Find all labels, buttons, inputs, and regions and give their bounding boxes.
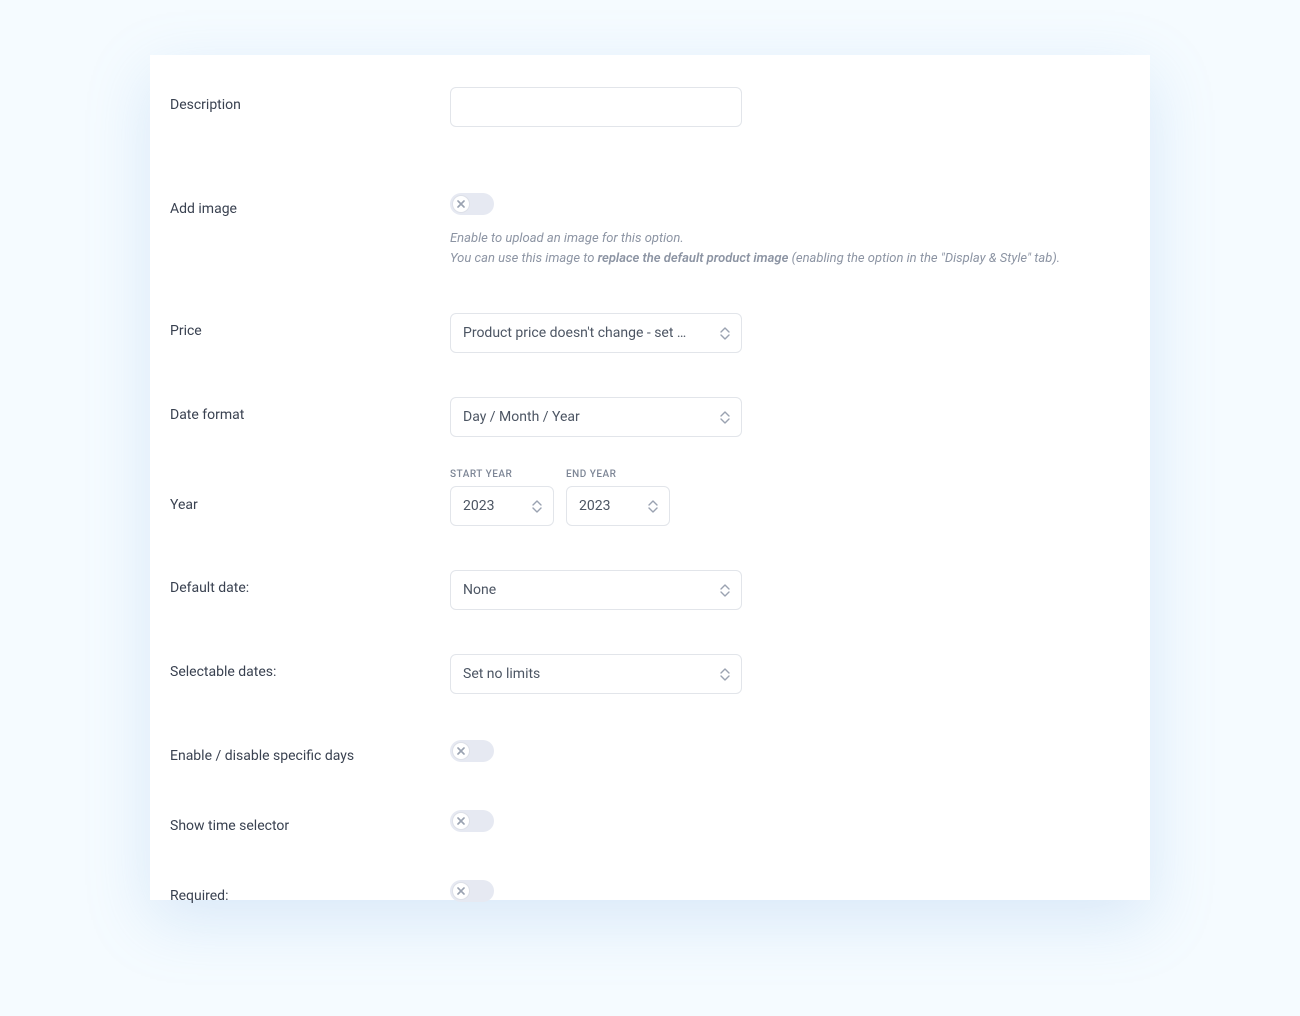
chevron-up-down-icon bbox=[719, 666, 731, 682]
end-year-select[interactable]: 2023 bbox=[566, 486, 670, 526]
row-required: Required: bbox=[170, 878, 1130, 904]
label-show-time: Show time selector bbox=[170, 808, 450, 834]
label-price: Price bbox=[170, 313, 450, 339]
close-icon bbox=[452, 882, 470, 900]
selectable-dates-select-value: Set no limits bbox=[463, 666, 540, 682]
row-selectable-dates: Selectable dates: Set no limits bbox=[170, 654, 1130, 694]
settings-panel: Description Add image Enable to upload a… bbox=[150, 55, 1150, 900]
close-icon bbox=[452, 195, 470, 213]
row-add-image: Add image Enable to upload an image for … bbox=[170, 191, 1130, 269]
close-icon bbox=[452, 742, 470, 760]
price-select-value: Product price doesn't change - set … bbox=[463, 325, 686, 341]
price-select[interactable]: Product price doesn't change - set … bbox=[450, 313, 742, 353]
end-year-col: END YEAR 2023 bbox=[566, 469, 670, 526]
chevron-up-down-icon bbox=[719, 582, 731, 598]
help-text-line-2-pre: You can use this image to bbox=[450, 251, 598, 266]
default-date-select-value: None bbox=[463, 582, 496, 598]
row-price: Price Product price doesn't change - set… bbox=[170, 313, 1130, 353]
row-show-time: Show time selector bbox=[170, 808, 1130, 834]
chevron-up-down-icon bbox=[647, 498, 659, 514]
label-year: Year bbox=[170, 469, 450, 513]
row-date-format: Date format Day / Month / Year bbox=[170, 397, 1130, 437]
show-time-toggle[interactable] bbox=[450, 810, 494, 832]
end-year-label: END YEAR bbox=[566, 469, 670, 480]
label-enable-specific-days: Enable / disable specific days bbox=[170, 738, 450, 764]
close-icon bbox=[452, 812, 470, 830]
start-year-value: 2023 bbox=[463, 498, 494, 514]
date-format-select-value: Day / Month / Year bbox=[463, 409, 580, 425]
row-year: Year START YEAR 2023 END YEAR bbox=[170, 469, 1130, 526]
start-year-label: START YEAR bbox=[450, 469, 554, 480]
help-text-line-2-strong: replace the default product image bbox=[598, 251, 789, 266]
start-year-col: START YEAR 2023 bbox=[450, 469, 554, 526]
chevron-up-down-icon bbox=[531, 498, 543, 514]
start-year-select[interactable]: 2023 bbox=[450, 486, 554, 526]
add-image-help: Enable to upload an image for this optio… bbox=[450, 229, 1090, 269]
label-default-date: Default date: bbox=[170, 570, 450, 596]
label-description: Description bbox=[170, 87, 450, 113]
selectable-dates-select[interactable]: Set no limits bbox=[450, 654, 742, 694]
chevron-up-down-icon bbox=[719, 409, 731, 425]
chevron-up-down-icon bbox=[719, 325, 731, 341]
year-group: START YEAR 2023 END YEAR 2023 bbox=[450, 469, 1130, 526]
label-required: Required: bbox=[170, 878, 450, 904]
label-selectable-dates: Selectable dates: bbox=[170, 654, 450, 680]
enable-specific-days-toggle[interactable] bbox=[450, 740, 494, 762]
add-image-toggle[interactable] bbox=[450, 193, 494, 215]
default-date-select[interactable]: None bbox=[450, 570, 742, 610]
label-date-format: Date format bbox=[170, 397, 450, 423]
row-description: Description bbox=[170, 87, 1130, 127]
row-enable-specific-days: Enable / disable specific days bbox=[170, 738, 1130, 764]
row-default-date: Default date: None bbox=[170, 570, 1130, 610]
help-text-line-2-post: (enabling the option in the "Display & S… bbox=[788, 251, 1060, 266]
label-add-image: Add image bbox=[170, 191, 450, 217]
date-format-select[interactable]: Day / Month / Year bbox=[450, 397, 742, 437]
help-text-line-1: Enable to upload an image for this optio… bbox=[450, 231, 684, 246]
description-input[interactable] bbox=[450, 87, 742, 127]
required-toggle[interactable] bbox=[450, 880, 494, 902]
end-year-value: 2023 bbox=[579, 498, 610, 514]
